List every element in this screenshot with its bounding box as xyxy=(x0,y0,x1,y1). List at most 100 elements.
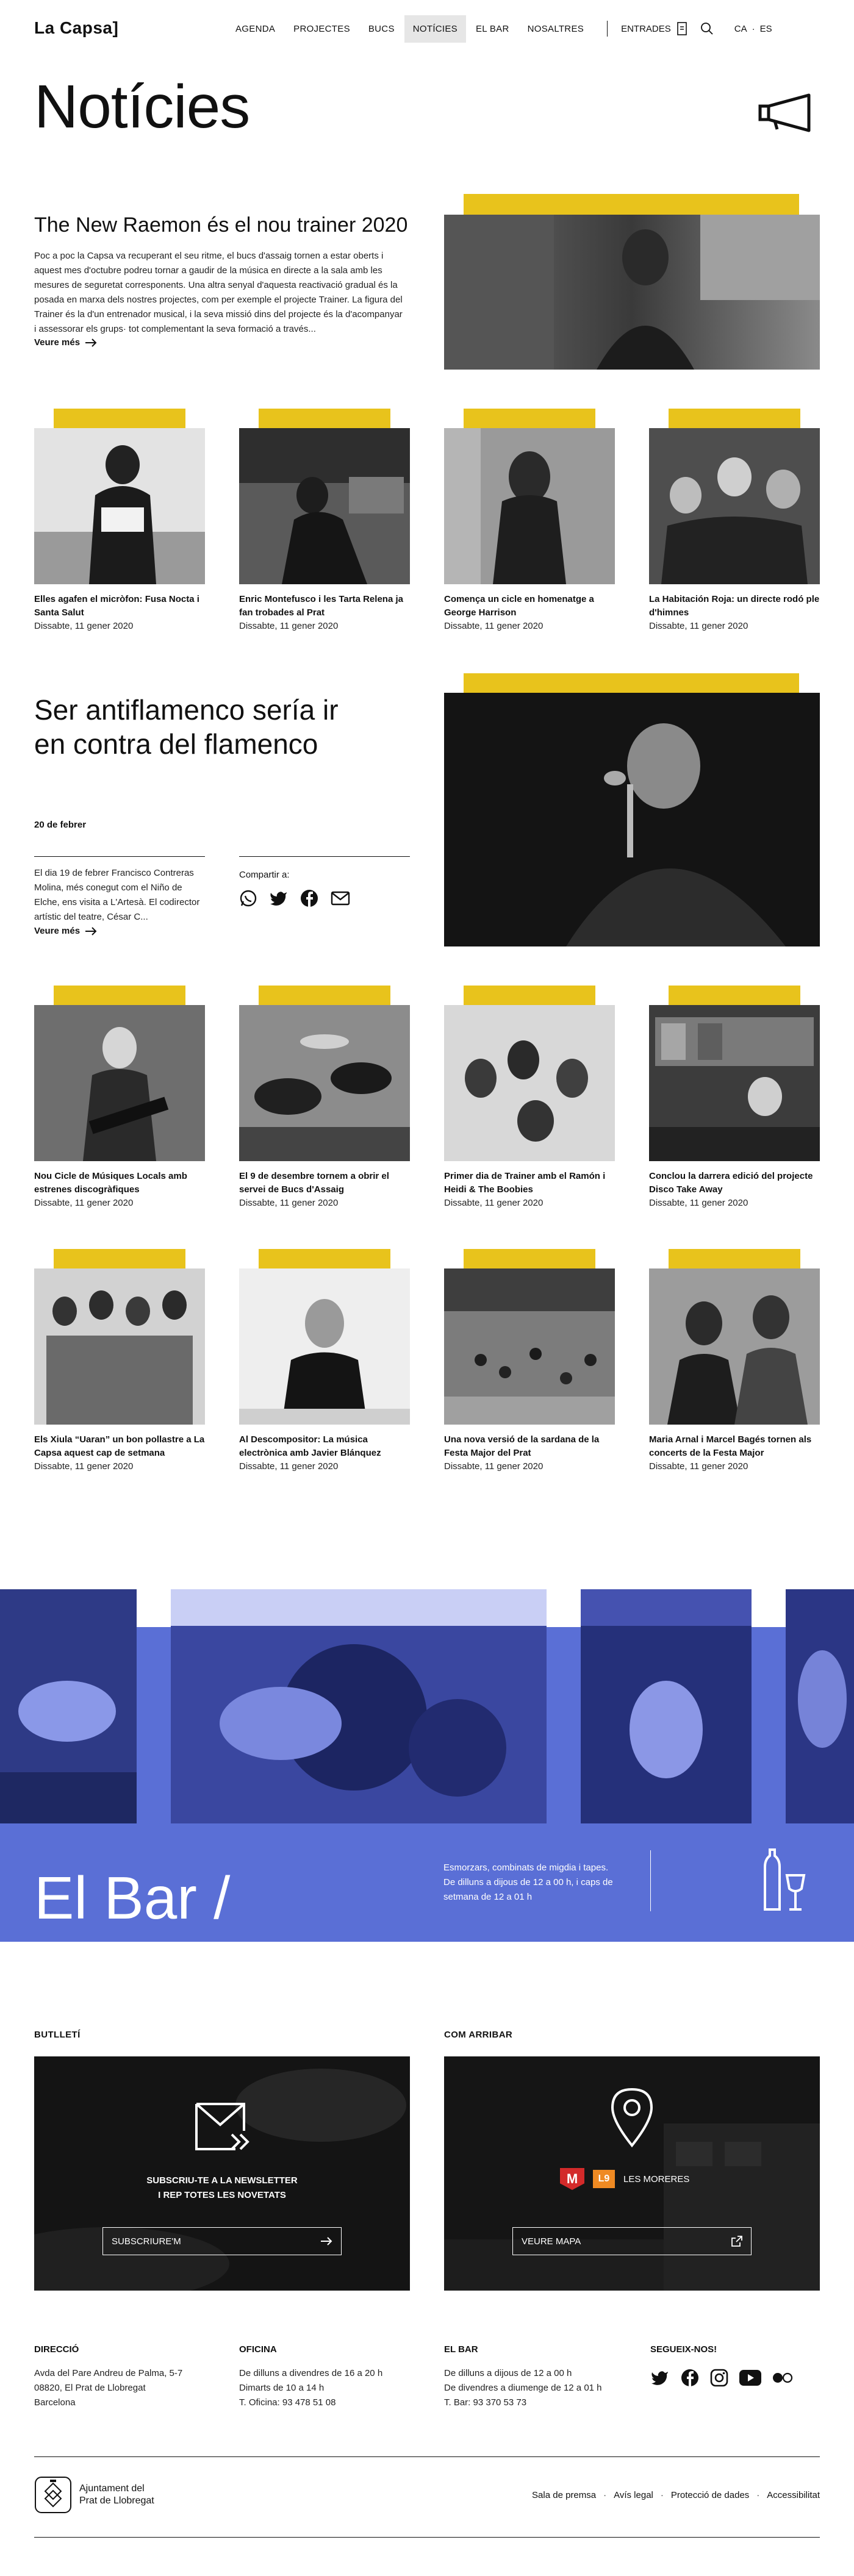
featured-more-link[interactable]: Veure més xyxy=(34,337,97,348)
arrival-panel: M L9 LES MORERES VEURE MAPA xyxy=(444,2056,820,2291)
card-image[interactable] xyxy=(649,1268,820,1425)
footer-bar-head: EL BAR xyxy=(444,2344,478,2355)
more-label: Veure més xyxy=(34,926,81,936)
nav-noticies[interactable]: NOTÍCIES xyxy=(404,15,466,43)
card-image[interactable] xyxy=(649,1005,820,1161)
whatsapp-icon[interactable] xyxy=(239,889,257,907)
share-buttons xyxy=(239,889,350,907)
card-image[interactable] xyxy=(34,428,205,584)
footer-line: De dilluns a divendres de 16 a 20 h xyxy=(239,2368,383,2378)
newsletter-text-2: I REP TOTES LES NOVETATS xyxy=(158,2190,286,2200)
card-image[interactable] xyxy=(649,428,820,584)
card-date: Dissabte, 11 gener 2020 xyxy=(444,1461,544,1472)
main-nav: AGENDA PROJECTES BUCS NOTÍCIES EL BAR NO… xyxy=(227,15,775,43)
lang-ca[interactable]: CA xyxy=(734,24,747,34)
ajuntament-line: Ajuntament del xyxy=(79,2483,145,2494)
card-title[interactable]: Una nova versió de la sardana de la Fest… xyxy=(444,1433,615,1460)
card-title[interactable]: Primer dia de Trainer amb el Ramón i Hei… xyxy=(444,1170,615,1197)
instagram-icon[interactable] xyxy=(710,2369,728,2387)
card-image[interactable] xyxy=(239,1005,410,1161)
card-title[interactable]: Comença un cicle en homenatge a George H… xyxy=(444,593,615,620)
facebook-icon[interactable] xyxy=(681,2369,699,2387)
footer-line: Dimarts de 10 a 14 h xyxy=(239,2383,325,2393)
search-icon[interactable] xyxy=(700,22,714,35)
card-image[interactable] xyxy=(444,1268,615,1425)
ajuntament-logo[interactable]: Ajuntament del Prat de Llobregat xyxy=(34,2476,154,2514)
subscribe-button[interactable]: SUBSCRIURE'M xyxy=(102,2227,342,2255)
footer-follow-head: SEGUEIX-NOS! xyxy=(650,2344,717,2355)
flickr-icon[interactable] xyxy=(772,2372,793,2383)
nav-agenda[interactable]: AGENDA xyxy=(227,15,284,43)
nav-projectes[interactable]: PROJECTES xyxy=(285,15,359,43)
card-image[interactable] xyxy=(34,1268,205,1425)
nav-bucs[interactable]: BUCS xyxy=(360,15,403,43)
legal-press-link[interactable]: Sala de premsa xyxy=(532,2490,596,2500)
footer-line: Barcelona xyxy=(34,2397,76,2408)
page-title: Notícies xyxy=(34,73,250,141)
featured-image[interactable] xyxy=(444,215,820,370)
card-image[interactable] xyxy=(239,428,410,584)
card-title[interactable]: Al Descompositor: La música electrònica … xyxy=(239,1433,410,1460)
divider xyxy=(239,856,410,857)
footer-line: De divendres a diumenge de 12 a 01 h xyxy=(444,2383,602,2393)
card-image[interactable] xyxy=(34,1005,205,1161)
card-title[interactable]: La Habitación Roja: un directe rodó ple … xyxy=(649,593,820,620)
bar-photo xyxy=(581,1589,752,1823)
arrow-right-icon xyxy=(85,926,97,936)
card-title[interactable]: Maria Arnal i Marcel Bagés tornen als co… xyxy=(649,1433,820,1460)
card-date: Dissabte, 11 gener 2020 xyxy=(239,621,339,631)
bar-title[interactable]: El Bar / xyxy=(34,1864,230,1933)
featured-title[interactable]: The New Raemon és el nou trainer 2020 xyxy=(34,213,407,237)
card-title[interactable]: Elles agafen el micròfon: Fusa Nocta i S… xyxy=(34,593,205,620)
card-title[interactable]: Conclou la darrera edició del projecte D… xyxy=(649,1170,820,1197)
feature-image[interactable] xyxy=(444,693,820,946)
card-date: Dissabte, 11 gener 2020 xyxy=(239,1198,339,1208)
card-date: Dissabte, 11 gener 2020 xyxy=(444,1198,544,1208)
site-logo[interactable]: La Capsa] xyxy=(34,18,118,38)
card-title[interactable]: Els Xiula “Uaran” un bon pollastre a La … xyxy=(34,1433,205,1460)
youtube-icon[interactable] xyxy=(739,2370,761,2386)
bar-photo xyxy=(171,1589,547,1823)
drinks-icon xyxy=(764,1848,806,1911)
footer-line[interactable]: T. Oficina: 93 478 51 08 xyxy=(239,2395,382,2410)
tickets-link[interactable]: ENTRADES xyxy=(621,22,687,35)
facebook-icon[interactable] xyxy=(300,889,318,907)
feature-title[interactable]: Ser antiflamenco sería ir en contra del … xyxy=(34,693,376,761)
arrival-label: COM ARRIBAR xyxy=(444,2030,513,2040)
feature-date: 20 de febrer xyxy=(34,820,87,830)
ajuntament-emblem xyxy=(35,2477,71,2513)
footer-divider xyxy=(34,2537,820,2538)
card-image[interactable] xyxy=(444,1005,615,1161)
twitter-icon[interactable] xyxy=(270,890,288,906)
card-image[interactable] xyxy=(239,1268,410,1425)
line-badge: L9 xyxy=(593,2170,615,2188)
nav-divider xyxy=(607,21,608,37)
card-image[interactable] xyxy=(444,428,615,584)
legal-accessibility-link[interactable]: Accessibilitat xyxy=(767,2490,820,2500)
legal-separator: · xyxy=(756,2490,760,2500)
footer-line[interactable]: T. Bar: 93 370 53 73 xyxy=(444,2395,602,2410)
footer-line: De dilluns a dijous de 12 a 00 h xyxy=(444,2368,572,2378)
ticket-icon xyxy=(676,22,687,35)
legal-privacy-link[interactable]: Protecció de dades xyxy=(671,2490,749,2500)
station-name: LES MORERES xyxy=(623,2174,690,2184)
language-switcher: CA · ES xyxy=(732,24,775,34)
card-title[interactable]: El 9 de desembre tornem a obrir el serve… xyxy=(239,1170,410,1197)
email-icon[interactable] xyxy=(331,890,350,906)
nav-nosaltres[interactable]: NOSALTRES xyxy=(519,15,592,43)
ajuntament-name: Ajuntament del Prat de Llobregat xyxy=(79,2483,154,2507)
card-title[interactable]: Nou Cicle de Músiques Locals amb estrene… xyxy=(34,1170,205,1197)
site-header: La Capsa] AGENDA PROJECTES BUCS NOTÍCIES… xyxy=(0,0,854,58)
lang-es[interactable]: ES xyxy=(760,24,772,34)
footer-office: De dilluns a divendres de 16 a 20 h Dima… xyxy=(239,2366,382,2410)
legal-notice-link[interactable]: Avís legal xyxy=(614,2490,653,2500)
bar-section[interactable]: El Bar / Esmorzars, combinats de migdia … xyxy=(0,1589,854,1942)
arrow-right-icon xyxy=(85,338,97,347)
view-map-button[interactable]: VEURE MAPA xyxy=(512,2227,752,2255)
feature-more-link[interactable]: Veure més xyxy=(34,926,97,936)
nav-el-bar[interactable]: EL BAR xyxy=(467,15,518,43)
card-title[interactable]: Enric Montefusco i les Tarta Relena ja f… xyxy=(239,593,410,620)
footer-divider xyxy=(34,2456,820,2457)
footer-line: Avda del Pare Andreu de Palma, 5-7 xyxy=(34,2368,183,2378)
twitter-icon[interactable] xyxy=(650,2370,670,2386)
